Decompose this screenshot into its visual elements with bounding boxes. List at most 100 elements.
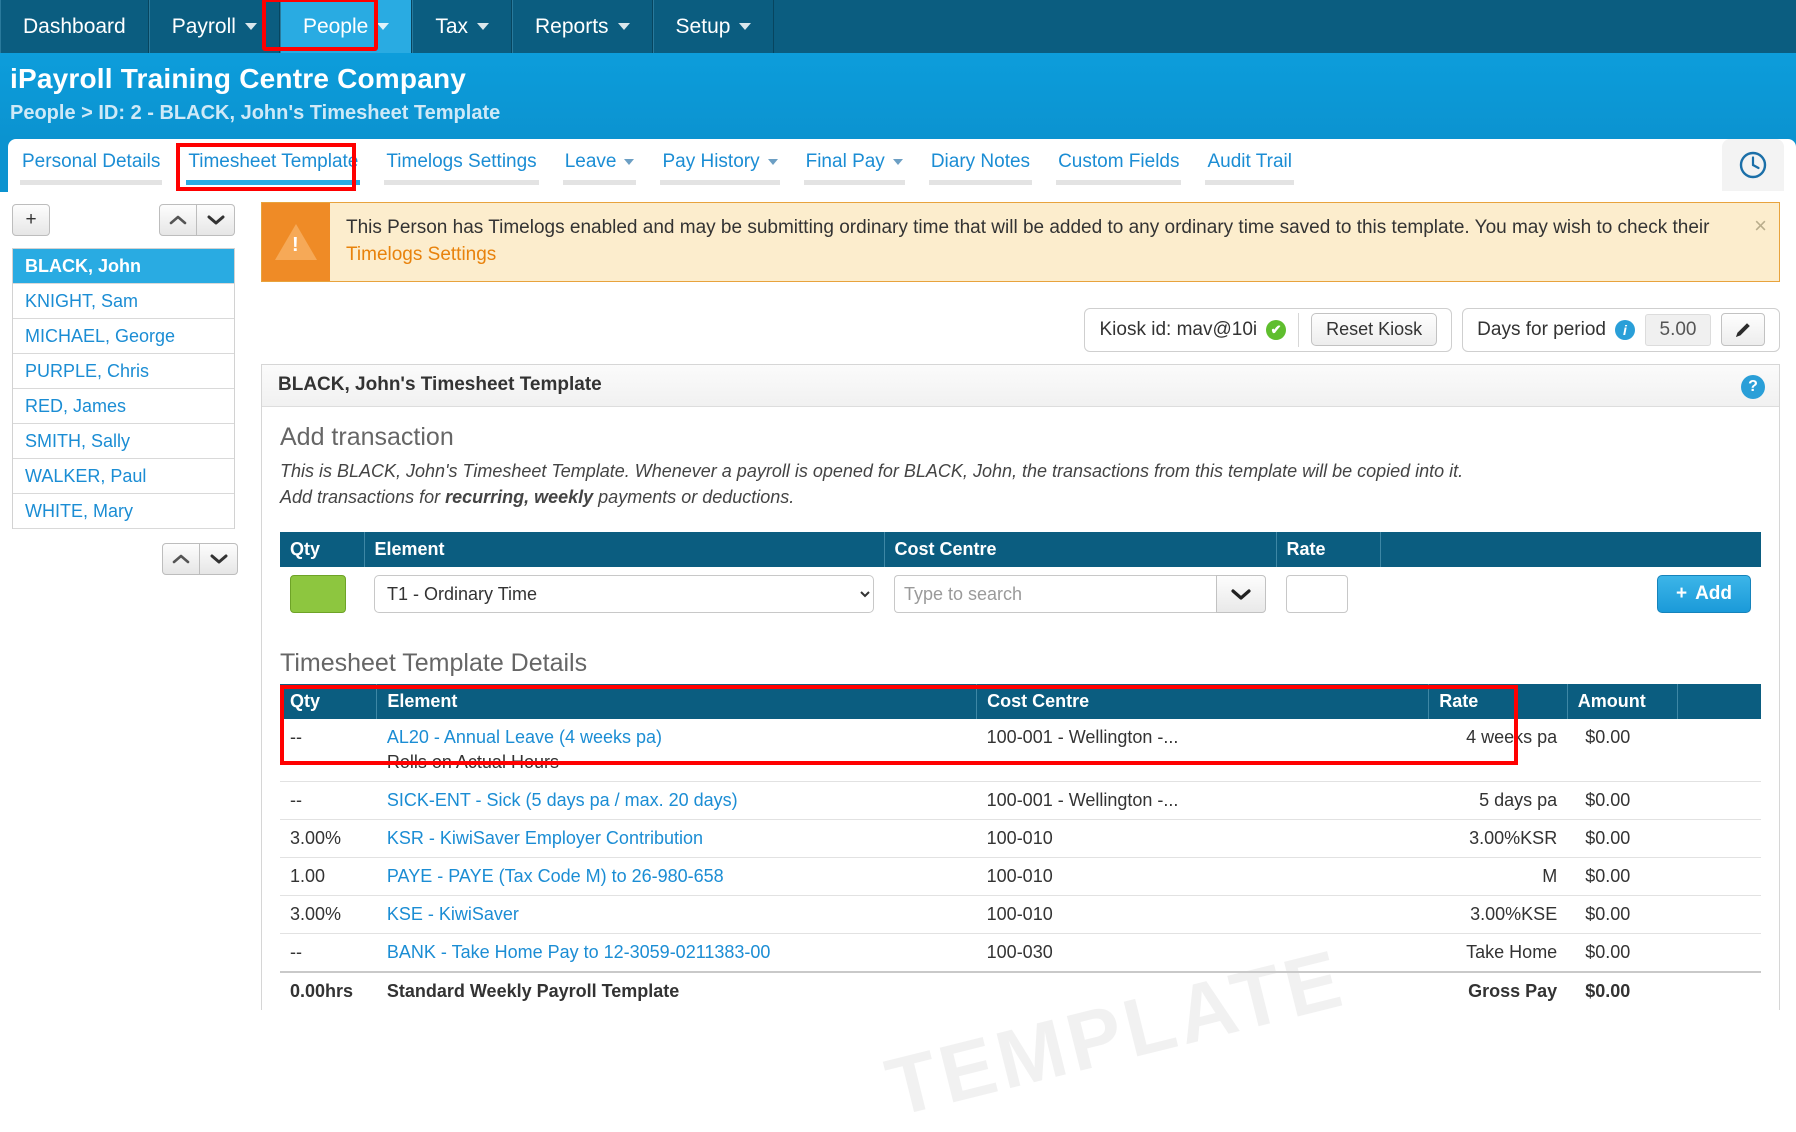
rate-cell-text: M [1542,866,1558,887]
rate-cell-text: 3.00%KSE [1470,904,1558,925]
tab-underline [1205,180,1294,185]
amount-cell: $0.00 [1567,781,1678,821]
list-item[interactable]: PURPLE, Chris [13,354,234,389]
chevron-up-icon [172,554,190,564]
info-icon[interactable]: i [1615,319,1635,340]
rate-cell: M [1428,857,1568,897]
scroll-down-button-bottom[interactable] [200,543,238,575]
scroll-up-button-bottom[interactable] [162,543,200,575]
element-cell-text[interactable]: KSE - KiwiSaver [387,904,519,924]
qty-input[interactable] [290,575,346,614]
cost-centre-cell-text: 100-010 [986,828,1053,849]
tab-pay-history[interactable]: Pay History [648,151,791,185]
column-header: Qty [280,684,378,720]
amount-cell: $0.00 [1567,719,1678,783]
scroll-down-button[interactable] [197,204,235,236]
chevron-down-icon [244,23,257,30]
tab-audit-trail[interactable]: Audit Trail [1193,151,1305,185]
tab-leave[interactable]: Leave [551,151,649,185]
nav-item-people[interactable]: People [279,0,413,53]
qty-cell-text: -- [290,727,302,748]
help-icon[interactable]: ? [1741,374,1765,399]
list-item[interactable]: WALKER, Paul [13,459,234,494]
element-cell-text[interactable]: PAYE - PAYE (Tax Code M) to 26-980-658 [387,866,724,886]
panel-body: TEMPLATE Add transaction This is BLACK, … [262,407,1779,1132]
nav-item-dashboard[interactable]: Dashboard [0,0,149,53]
tab-timelogs-settings[interactable]: Timelogs Settings [372,151,550,185]
nav-item-payroll[interactable]: Payroll [148,0,280,53]
qty-cell-text: 3.00% [290,828,342,849]
sidebar-toolbar: + [12,204,235,236]
cost-centre-cell: 100-001 - Wellington -... [976,781,1429,821]
nav-item-label: Tax [435,14,469,38]
cost-centre-search-input[interactable] [894,575,1216,614]
row-action-cell [1677,933,1761,973]
row-action-cell [1677,895,1761,935]
nav-item-setup[interactable]: Setup [652,0,775,53]
add-person-button[interactable]: + [12,204,50,236]
tab-custom-fields[interactable]: Custom Fields [1044,151,1193,185]
cost-centre-dropdown-button[interactable] [1216,575,1266,614]
tab-timesheet-template[interactable]: Timesheet Template [174,151,372,185]
nav-item-label: People [302,14,369,38]
tab-final-pay[interactable]: Final Pay [792,151,917,185]
element-cell-text[interactable]: AL20 - Annual Leave (4 weeks pa) [387,727,662,747]
timelogs-settings-link[interactable]: Timelogs Settings [346,244,496,265]
list-item[interactable]: MICHAEL, George [13,319,234,354]
timelogs-clock-icon[interactable] [1722,139,1784,191]
tab-personal-details[interactable]: Personal Details [8,151,174,185]
add-button[interactable]: + Add [1656,575,1751,614]
rate-cell: 3.00%KSE [1428,895,1568,935]
column-header: Cost Centre [884,532,1277,568]
add-transaction-description-line2: Add transactions for recurring, weekly p… [280,484,1761,510]
add-button-label: Add [1695,583,1732,605]
qty-cell-text: 1.00 [290,866,326,887]
element-select[interactable]: T1 - Ordinary Time [374,575,874,614]
tab-label: Timelogs Settings [386,151,537,172]
plus-icon: + [1675,583,1688,605]
element-cell-text[interactable]: SICK-ENT - Sick (5 days pa / max. 20 day… [387,790,738,810]
rate-cell-text: Take Home [1466,942,1558,963]
table-row: -- SICK-ENT - Sick (5 days pa / max. 20 d… [280,781,1761,821]
tab-label: Pay History [662,151,760,172]
qty-cell: 1.00 [280,857,377,897]
company-title: iPayroll Training Centre Company [10,63,467,94]
reset-kiosk-button[interactable]: Reset Kiosk [1311,313,1438,347]
page-body: + BLACK, John KNIGHT, Sam MICHAEL, George P… [0,192,1796,1132]
column-header [1380,532,1761,568]
chevron-down-icon [1231,589,1251,600]
table-row: 3.00% KSE - KiwiSaver 100-010 3.00%KSE $0.00 [280,895,1761,935]
list-item[interactable]: SMITH, Sally [13,424,234,459]
tab-underline [1056,180,1182,185]
list-item[interactable]: KNIGHT, Sam [13,284,234,319]
person-name: WALKER, Paul [25,465,147,486]
amount-cell-text: $0.00 [1585,790,1631,811]
rate-cell: Take Home [1428,933,1568,973]
warning-text: This Person has Timelogs enabled and may… [330,203,1779,281]
close-icon[interactable]: × [1754,215,1767,237]
rate-cell-text: 5 days pa [1479,790,1558,811]
chevron-down-icon [617,23,630,30]
list-item[interactable]: BLACK, John [13,249,234,284]
list-item[interactable]: RED, James [13,389,234,424]
tab-label: Custom Fields [1058,151,1180,172]
tab-underline [20,180,163,185]
scroll-up-button[interactable] [159,204,197,236]
nav-item-reports[interactable]: Reports [512,0,653,53]
desc-part-a: Add transactions for [280,487,446,508]
nav-item-tax[interactable]: Tax [412,0,513,53]
days-for-period-group: Days for period i 5.00 [1462,307,1780,352]
rate-input[interactable] [1286,575,1348,614]
total-element-cell: Standard Weekly Payroll Template [376,971,977,1011]
element-cell-text[interactable]: BANK - Take Home Pay to 12-3059-0211383-… [387,942,771,962]
tab-diary-notes[interactable]: Diary Notes [917,151,1044,185]
list-item[interactable]: WHITE, Mary [13,494,234,529]
tab-underline [928,180,1033,185]
details-header-row: Qty Element Cost Centre Rate Amount [280,684,1761,720]
nav-item-label: Payroll [171,14,236,38]
chevron-down-icon [477,23,490,30]
tab-label: Timesheet Template [188,151,359,172]
qty-cell: -- [280,719,377,783]
element-cell-text[interactable]: KSR - KiwiSaver Employer Contribution [387,828,703,848]
edit-days-button[interactable] [1721,313,1765,347]
